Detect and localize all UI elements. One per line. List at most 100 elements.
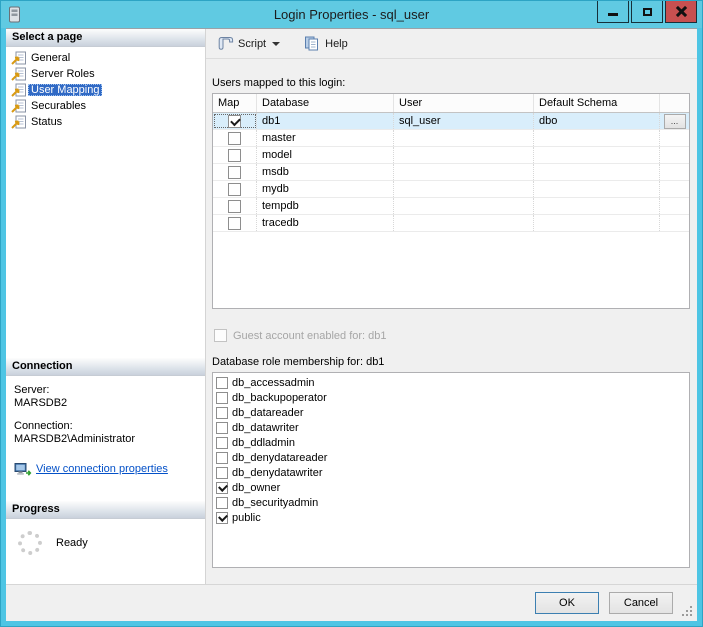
default-schema-cell[interactable]: dbo [534,113,660,129]
table-row[interactable]: tracedb [213,215,689,232]
column-header-database[interactable]: Database [257,94,394,112]
map-checkbox[interactable] [228,148,241,162]
role-item[interactable]: db_backupoperator [216,390,689,405]
role-checkbox[interactable] [216,421,228,434]
user-cell[interactable]: sql_user [394,113,534,129]
database-cell[interactable]: model [257,147,394,163]
table-row[interactable]: db1 sql_user dbo ... [213,113,689,130]
column-header-user[interactable]: User [394,94,534,112]
chevron-down-icon [272,41,281,46]
role-checkbox[interactable] [216,391,228,404]
role-item[interactable]: public [216,510,689,525]
user-mapping-content: Users mapped to this login: Map Database… [206,59,697,584]
map-checkbox[interactable] [228,114,241,128]
titlebar[interactable]: Login Properties - sql_user [1,1,702,28]
page-item-label: Securables [31,100,87,112]
column-header-map[interactable]: Map [213,94,257,112]
user-cell[interactable] [394,215,534,231]
map-checkbox[interactable] [228,216,241,230]
table-row[interactable]: msdb [213,164,689,181]
minimize-button[interactable] [597,1,629,23]
view-connection-properties-icon [14,462,32,477]
table-row[interactable]: model [213,147,689,164]
sidebar-page-item[interactable]: General [10,50,205,66]
browse-cell: ... [660,113,689,129]
database-cell[interactable]: msdb [257,164,394,180]
role-checkbox[interactable] [216,376,228,389]
ok-button[interactable]: OK [535,592,599,614]
table-row[interactable]: mydb [213,181,689,198]
connection-value: MARSDB2\Administrator [14,433,136,445]
role-item[interactable]: db_ddladmin [216,435,689,450]
map-cell [213,147,257,163]
role-checkbox[interactable] [216,481,228,494]
map-checkbox[interactable] [228,131,241,145]
role-item[interactable]: db_accessadmin [216,375,689,390]
browse-schema-button[interactable]: ... [663,113,686,129]
role-membership-label: Database role membership for: db1 [212,356,385,368]
browse-cell [660,130,689,146]
column-header-default-schema[interactable]: Default Schema [534,94,660,112]
user-cell[interactable] [394,147,534,163]
database-cell[interactable]: mydb [257,181,394,197]
sidebar-page-item[interactable]: Status [10,114,205,130]
default-schema-cell[interactable] [534,181,660,197]
role-name: db_securityadmin [232,496,319,509]
page-icon [10,83,28,97]
default-schema-cell[interactable] [534,164,660,180]
default-schema-cell[interactable] [534,215,660,231]
users-mapped-table: Map Database User Default Schema db1 sql… [212,93,690,309]
user-cell[interactable] [394,198,534,214]
database-cell[interactable]: tempdb [257,198,394,214]
database-cell[interactable]: tracedb [257,215,394,231]
resize-grip[interactable] [682,606,694,618]
map-cell [213,198,257,214]
default-schema-cell[interactable] [534,147,660,163]
default-schema-cell[interactable] [534,130,660,146]
close-button[interactable] [665,1,697,23]
cancel-button[interactable]: Cancel [609,592,673,614]
role-item[interactable]: db_owner [216,480,689,495]
role-name: db_denydatawriter [232,466,323,479]
table-row[interactable]: master [213,130,689,147]
sidebar-page-item[interactable]: Server Roles [10,66,205,82]
progress-status-block: Ready [6,519,205,555]
role-name: db_owner [232,481,281,494]
database-cell[interactable]: db1 [257,113,394,129]
role-checkbox[interactable] [216,466,228,479]
user-cell[interactable] [394,164,534,180]
role-checkbox[interactable] [216,436,228,449]
sidebar-page-item[interactable]: User Mapping [10,82,205,98]
default-schema-cell[interactable] [534,198,660,214]
help-button[interactable]: Help [299,32,353,56]
role-checkbox[interactable] [216,451,228,464]
user-cell[interactable] [394,181,534,197]
role-checkbox[interactable] [216,496,228,509]
map-cell [213,130,257,146]
table-row[interactable]: tempdb [213,198,689,215]
script-button-label: Script [238,37,267,50]
role-name: db_denydatareader [232,451,328,464]
map-checkbox[interactable] [228,182,241,196]
script-button[interactable]: Script [212,32,285,56]
map-checkbox[interactable] [228,165,241,179]
role-item[interactable]: db_denydatawriter [216,465,689,480]
role-item[interactable]: db_denydatareader [216,450,689,465]
progress-header: Progress [6,501,205,519]
sidebar-page-item[interactable]: Securables [10,98,205,114]
role-item[interactable]: db_securityadmin [216,495,689,510]
role-item[interactable]: db_datawriter [216,420,689,435]
database-cell[interactable]: master [257,130,394,146]
role-checkbox[interactable] [216,406,228,419]
guest-account-row: Guest account enabled for: db1 [214,329,690,342]
user-cell[interactable] [394,130,534,146]
role-item[interactable]: db_datareader [216,405,689,420]
help-icon [304,36,321,51]
map-cell [213,164,257,180]
view-connection-properties-link[interactable]: View connection properties [36,463,168,476]
connection-info: Server: MARSDB2 Connection: MARSDB2\Admi… [6,376,205,477]
map-checkbox[interactable] [228,199,241,213]
role-checkbox[interactable] [216,511,228,524]
maximize-button[interactable] [631,1,663,23]
